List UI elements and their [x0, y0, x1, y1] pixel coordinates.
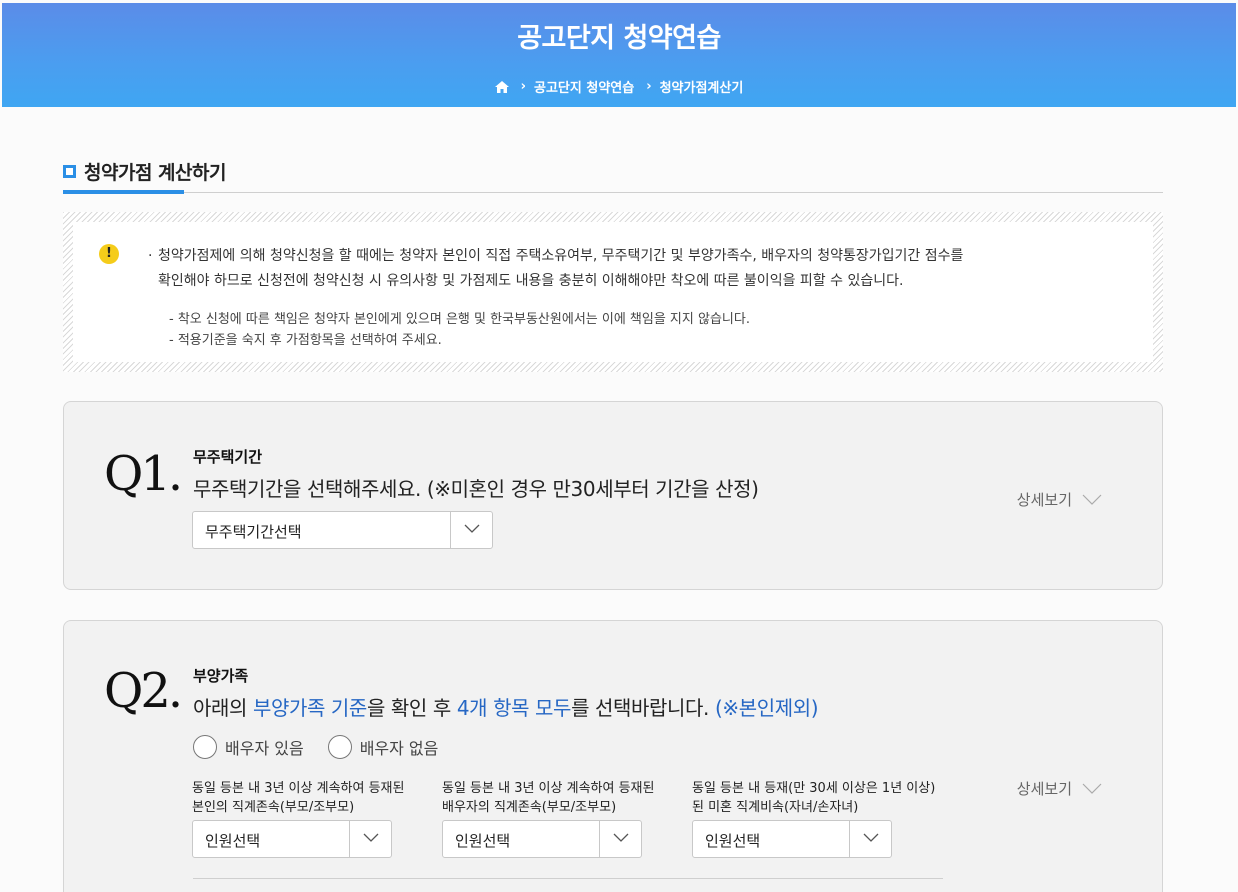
notice-main-line1: 청약가점제에 의해 청약신청을 할 때에는 청약자 본인이 직접 주택소유여부,… — [158, 244, 1098, 269]
question-number: Q1. — [104, 446, 180, 502]
chevron-down-icon[interactable] — [599, 821, 641, 857]
notice-box: ! · 청약가점제에 의해 청약신청을 할 때에는 청약자 본인이 직접 주택소… — [63, 212, 1163, 372]
chevron-down-icon[interactable] — [849, 821, 891, 857]
dependent-criteria-link[interactable]: 부양가족 기준 — [253, 696, 367, 720]
page-title: 공고단지 청약연습 — [2, 16, 1236, 55]
question-part: 을 확인 후 — [367, 696, 457, 720]
breadcrumb-item-practice[interactable]: 공고단지 청약연습 — [534, 77, 634, 96]
question-2-divider — [193, 878, 943, 879]
count-select[interactable]: 인원선택 — [442, 820, 642, 858]
question-label: 부양가족 — [193, 665, 248, 686]
breadcrumb: › 공고단지 청약연습 › 청약가점계산기 — [2, 77, 1236, 96]
radio-circle[interactable] — [328, 735, 352, 759]
detail-toggle[interactable]: 상세보기 — [1017, 489, 1102, 510]
question-text: 무주택기간을 선택해주세요. (※미혼인 경우 만30세부터 기간을 산정) — [193, 473, 759, 502]
question-text: 아래의 부양가족 기준을 확인 후 4개 항목 모두를 선택바랍니다. (※본인… — [193, 692, 818, 721]
field-description: 동일 등본 내 3년 이상 계속하여 등재된 본인의 직계존속(부모/조부모) — [192, 779, 432, 817]
page-header: 공고단지 청약연습 › 공고단지 청약연습 › 청약가점계산기 — [2, 3, 1236, 107]
field-description: 동일 등본 내 3년 이상 계속하여 등재된 배우자의 직계존속(부모/조부모) — [442, 779, 682, 817]
homeless-period-select[interactable]: 무주택기간선택 — [192, 511, 493, 549]
field-description-line: 본인의 직계존속(부모/조부모) — [192, 798, 432, 817]
question-note: (※본인제외) — [715, 696, 818, 720]
field-description-line: 배우자의 직계존속(부모/조부모) — [442, 798, 682, 817]
radio-circle[interactable] — [193, 735, 217, 759]
breadcrumb-item-calculator[interactable]: 청약가점계산기 — [660, 77, 744, 96]
notice-sub-1: - 착오 신청에 따른 책임은 청약자 본인에게 있으며 은행 및 한국부동산원… — [169, 308, 750, 327]
family-field-unmarried-descendant: 동일 등본 내 등재(만 30세 이상은 1년 이상) 된 미혼 직계비속(자녀… — [692, 779, 932, 858]
radio-label: 배우자 있음 — [225, 735, 304, 759]
spouse-radio-group: 배우자 있음 배우자 없음 — [193, 735, 438, 759]
field-description-line: 동일 등본 내 3년 이상 계속하여 등재된 — [442, 779, 682, 798]
section-divider — [63, 192, 1163, 193]
section-title: 청약가점 계산하기 — [63, 158, 226, 185]
detail-label: 상세보기 — [1017, 489, 1072, 510]
notice-sub-2: - 적용기준을 숙지 후 가점항목을 선택하여 주세요. — [169, 329, 442, 348]
question-part: 아래의 — [193, 696, 253, 720]
question-highlight: 4개 항목 모두 — [457, 696, 571, 720]
select-value: 인원선택 — [705, 830, 760, 851]
field-description-line: 동일 등본 내 등재(만 30세 이상은 1년 이상) — [692, 779, 932, 798]
chevron-right-icon: › — [646, 79, 651, 94]
question-part: 를 선택바랍니다. — [571, 696, 715, 720]
detail-toggle[interactable]: 상세보기 — [1017, 778, 1102, 799]
field-description-line: 된 미혼 직계비속(자녀/손자녀) — [692, 798, 932, 817]
question-1-box: Q1. 무주택기간 무주택기간을 선택해주세요. (※미혼인 경우 만30세부터… — [63, 401, 1163, 590]
radio-label: 배우자 없음 — [360, 735, 439, 759]
section-title-text: 청약가점 계산하기 — [84, 158, 226, 185]
chevron-right-icon: › — [521, 79, 526, 94]
question-number: Q2. — [104, 663, 180, 719]
notice-main-text: · 청약가점제에 의해 청약신청을 할 때에는 청약자 본인이 직접 주택소유여… — [158, 244, 1098, 294]
notice-main-line2: 확인해야 하므로 신청전에 청약신청 시 유의사항 및 가점제도 내용을 충분히… — [158, 269, 1098, 294]
home-icon[interactable] — [495, 81, 509, 93]
family-field-spouse-ascendant: 동일 등본 내 3년 이상 계속하여 등재된 배우자의 직계존속(부모/조부모)… — [442, 779, 682, 858]
chevron-down-icon[interactable] — [450, 512, 492, 548]
field-description-line: 동일 등본 내 3년 이상 계속하여 등재된 — [192, 779, 432, 798]
question-2-box: Q2. 부양가족 아래의 부양가족 기준을 확인 후 4개 항목 모두를 선택바… — [63, 620, 1163, 892]
radio-spouse-yes[interactable]: 배우자 있음 — [193, 735, 304, 759]
select-value: 인원선택 — [205, 830, 260, 851]
square-bullet-icon — [63, 165, 76, 178]
bullet-dot: · — [148, 244, 152, 269]
notice-content: ! · 청약가점제에 의해 청약신청을 할 때에는 청약자 본인이 직접 주택소… — [73, 222, 1153, 362]
chevron-down-icon — [1082, 494, 1102, 505]
count-select[interactable]: 인원선택 — [692, 820, 892, 858]
field-description: 동일 등본 내 등재(만 30세 이상은 1년 이상) 된 미혼 직계비속(자녀… — [692, 779, 932, 817]
count-select[interactable]: 인원선택 — [192, 820, 392, 858]
radio-spouse-no[interactable]: 배우자 없음 — [328, 735, 439, 759]
section-title-underline — [63, 190, 184, 194]
warning-icon: ! — [99, 244, 119, 264]
chevron-down-icon[interactable] — [349, 821, 391, 857]
select-value: 무주택기간선택 — [205, 521, 302, 542]
chevron-down-icon — [1082, 783, 1102, 794]
select-value: 인원선택 — [455, 830, 510, 851]
detail-label: 상세보기 — [1017, 778, 1072, 799]
family-field-own-ascendant: 동일 등본 내 3년 이상 계속하여 등재된 본인의 직계존속(부모/조부모) … — [192, 779, 432, 858]
question-label: 무주택기간 — [193, 446, 262, 467]
